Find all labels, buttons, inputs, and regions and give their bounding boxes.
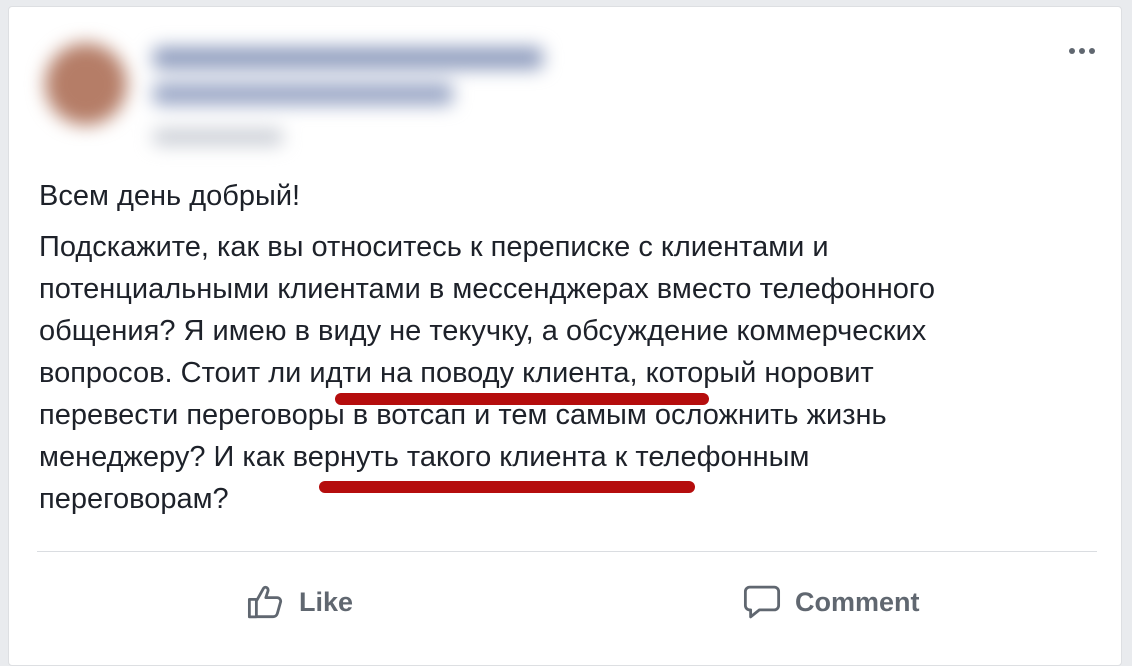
more-options-button[interactable] — [1065, 43, 1099, 59]
post-body-line: общения? Я имею в виду не текучку, а обс… — [39, 315, 927, 347]
group-name-blurred[interactable] — [153, 83, 453, 105]
post-body-line: вопросов. Стоит ли идти на поводу клиент… — [39, 357, 874, 389]
timestamp-blurred[interactable] — [153, 129, 283, 145]
post-body-line: менеджеру? И как вернуть такого клиента … — [39, 441, 810, 473]
post-card: Всем день добрый! Подскажите, как вы отн… — [8, 6, 1122, 666]
comment-button[interactable]: Comment — [741, 577, 920, 627]
post-body-line: Подскажите, как вы относитесь к переписк… — [39, 231, 829, 263]
like-button[interactable]: Like — [245, 577, 353, 627]
author-name-blurred[interactable] — [153, 47, 543, 69]
post-header-blurred — [27, 25, 817, 175]
divider — [37, 551, 1097, 552]
more-options-icon — [1069, 48, 1075, 54]
post-greeting: Всем день добрый! — [39, 180, 301, 212]
post-text: Всем день добрый! Подскажите, как вы отн… — [39, 175, 1079, 520]
highlight-underline-1 — [335, 393, 709, 405]
avatar[interactable] — [45, 43, 127, 125]
post-body-line: потенциальными клиентами в мессенджерах … — [39, 273, 935, 305]
speech-bubble-icon — [743, 585, 781, 619]
like-label: Like — [299, 586, 354, 617]
comment-label: Comment — [795, 586, 920, 617]
highlight-underline-2 — [319, 481, 695, 493]
thumbs-up-icon — [247, 585, 283, 619]
